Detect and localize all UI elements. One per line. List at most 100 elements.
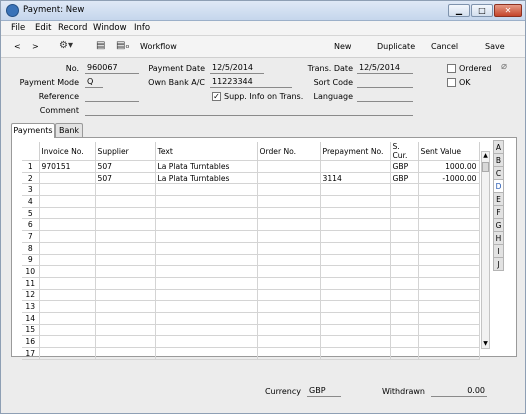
invoice-no-cell[interactable]	[38, 311, 96, 325]
reference-field[interactable]	[85, 91, 139, 102]
supplier-cell[interactable]	[94, 206, 156, 220]
sent-value-cell[interactable]	[417, 311, 480, 325]
menu-record[interactable]: Record	[58, 23, 87, 33]
scroll-up-icon[interactable]: ▲	[482, 152, 489, 160]
withdrawn-field[interactable]: 0.00	[431, 386, 487, 397]
side-tab-e[interactable]: E	[493, 192, 504, 206]
paperclip-icon[interactable]: ⌀	[501, 61, 507, 72]
table-row[interactable]: 6	[22, 218, 480, 232]
order-no-cell[interactable]	[256, 347, 321, 360]
comment-field[interactable]	[85, 105, 413, 116]
currency-cell[interactable]	[389, 276, 419, 290]
invoice-no-cell[interactable]	[38, 347, 96, 360]
side-tab-f[interactable]: F	[493, 205, 504, 219]
text-cell[interactable]	[154, 265, 258, 278]
supplier-cell[interactable]	[94, 276, 156, 290]
side-tab-i[interactable]: I	[493, 244, 504, 258]
sent-value-cell[interactable]	[417, 230, 480, 243]
table-row[interactable]: 9	[22, 253, 480, 267]
prepayment-no-cell[interactable]	[319, 300, 391, 313]
currency-cell[interactable]	[389, 347, 419, 360]
currency-cell[interactable]	[389, 288, 419, 302]
table-row[interactable]: 14	[22, 311, 480, 325]
prepayment-no-cell[interactable]	[319, 265, 391, 278]
supplier-cell[interactable]	[94, 311, 156, 325]
prepayment-no-cell[interactable]	[319, 218, 391, 232]
prepayment-no-cell[interactable]	[319, 195, 391, 208]
prepayment-no-cell[interactable]	[319, 160, 391, 173]
prepayment-no-cell[interactable]	[319, 276, 391, 290]
table-row[interactable]: 12	[22, 288, 480, 302]
text-cell[interactable]	[154, 347, 258, 360]
menu-info[interactable]: Info	[134, 23, 150, 33]
table-row[interactable]: 8	[22, 241, 480, 255]
grid-scrollbar[interactable]: ▲ ▼	[481, 151, 490, 349]
menu-edit[interactable]: Edit	[35, 23, 51, 33]
sent-value-cell[interactable]	[417, 195, 480, 208]
invoice-no-cell[interactable]: 970151	[38, 160, 96, 173]
currency-cell[interactable]	[389, 218, 419, 232]
side-tab-d[interactable]: D	[493, 179, 504, 193]
currency-cell[interactable]	[389, 323, 419, 337]
sent-value-cell[interactable]: -1000.00	[417, 171, 480, 185]
menu-window[interactable]: Window	[93, 23, 127, 33]
column-header[interactable]: Text	[155, 142, 258, 161]
order-no-cell[interactable]	[256, 300, 321, 313]
order-no-cell[interactable]	[256, 276, 321, 290]
prepayment-no-cell[interactable]	[319, 241, 391, 255]
text-cell[interactable]	[154, 230, 258, 243]
sent-value-cell[interactable]: 1000.00	[417, 160, 480, 173]
invoice-no-cell[interactable]	[38, 171, 96, 185]
prepayment-no-cell[interactable]	[319, 347, 391, 360]
text-cell[interactable]	[154, 218, 258, 232]
order-no-cell[interactable]	[256, 195, 321, 208]
prepayment-no-cell[interactable]	[319, 323, 391, 337]
minimize-button[interactable]: ▁	[448, 4, 470, 17]
sent-value-cell[interactable]	[417, 300, 480, 313]
currency-cell[interactable]: GBP	[389, 160, 419, 173]
menu-file[interactable]: File	[11, 23, 25, 33]
invoice-no-cell[interactable]	[38, 253, 96, 267]
currency-field[interactable]: GBP	[307, 386, 341, 397]
supplier-cell[interactable]	[94, 347, 156, 360]
own-bank-field[interactable]: 11223344	[210, 77, 292, 88]
currency-cell[interactable]	[389, 230, 419, 243]
order-no-cell[interactable]	[256, 183, 321, 197]
supplier-cell[interactable]	[94, 183, 156, 197]
ordered-checkbox[interactable]	[447, 64, 456, 73]
tab-payments[interactable]: Payments	[11, 123, 55, 138]
sent-value-cell[interactable]	[417, 253, 480, 267]
table-row[interactable]: 13	[22, 300, 480, 313]
side-tab-j[interactable]: J	[493, 257, 504, 271]
text-cell[interactable]	[154, 323, 258, 337]
table-row[interactable]: 4	[22, 195, 480, 208]
currency-cell[interactable]	[389, 206, 419, 220]
scroll-thumb[interactable]	[482, 162, 489, 172]
supplier-cell[interactable]: 507	[94, 171, 156, 185]
prepayment-no-cell[interactable]	[319, 253, 391, 267]
gear-icon[interactable]: ⚙▾	[59, 40, 73, 51]
back-button[interactable]: <	[14, 42, 21, 51]
supp-info-checkbox[interactable]: ✓	[212, 92, 221, 101]
prepayment-no-cell[interactable]	[319, 311, 391, 325]
text-cell[interactable]	[154, 311, 258, 325]
invoice-no-cell[interactable]	[38, 335, 96, 348]
text-cell[interactable]	[154, 276, 258, 290]
order-no-cell[interactable]	[256, 160, 321, 173]
text-cell[interactable]	[154, 206, 258, 220]
order-no-cell[interactable]	[256, 323, 321, 337]
prepayment-no-cell[interactable]	[319, 206, 391, 220]
side-tab-b[interactable]: B	[493, 153, 504, 167]
table-row[interactable]: 15	[22, 323, 480, 337]
tab-bank[interactable]: Bank	[55, 123, 83, 137]
table-row[interactable]: 16	[22, 335, 480, 348]
column-header[interactable]: Invoice No.	[39, 142, 96, 161]
order-no-cell[interactable]	[256, 253, 321, 267]
side-tab-g[interactable]: G	[493, 218, 504, 232]
sent-value-cell[interactable]	[417, 335, 480, 348]
supplier-cell[interactable]: 507	[94, 160, 156, 173]
text-cell[interactable]	[154, 195, 258, 208]
supplier-cell[interactable]	[94, 265, 156, 278]
save-button[interactable]: Save	[485, 42, 505, 51]
column-header[interactable]: S. Cur.	[390, 142, 419, 161]
